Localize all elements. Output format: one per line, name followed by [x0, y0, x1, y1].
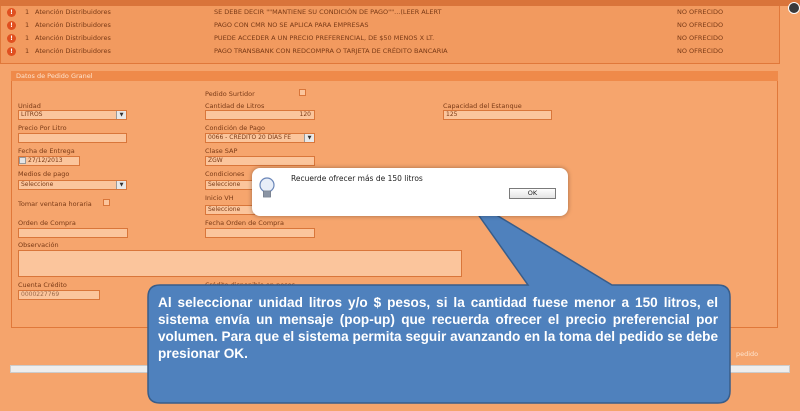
dialog-message: Recuerde ofrecer más de 150 litros	[291, 174, 423, 183]
lightbulb-icon	[259, 177, 275, 198]
ok-button[interactable]: OK	[509, 188, 556, 199]
callout-text: Al seleccionar unidad litros y/o $ pesos…	[158, 295, 718, 361]
